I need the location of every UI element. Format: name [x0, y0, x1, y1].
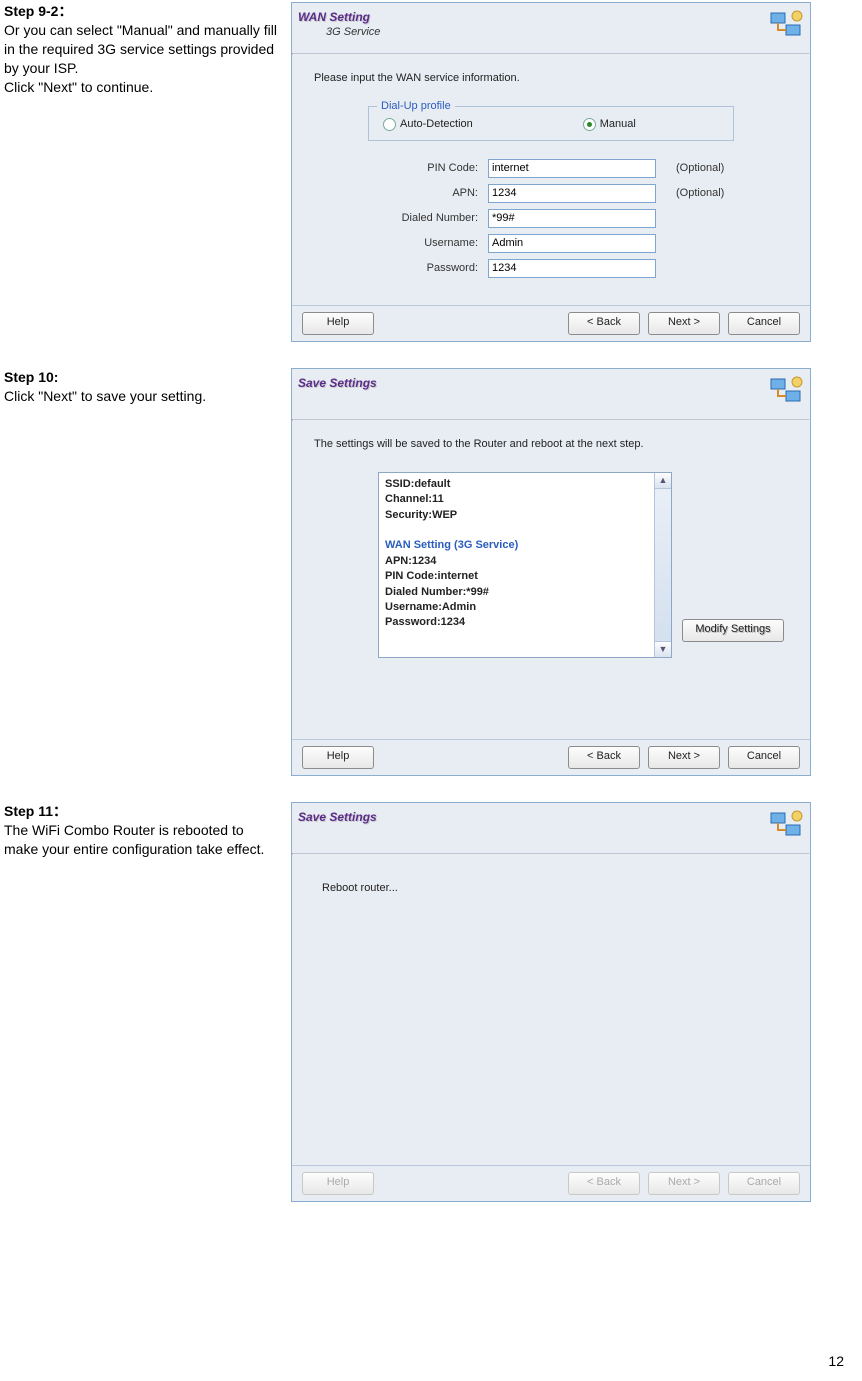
pin-optional: (Optional) — [676, 161, 724, 176]
step10-text: Step 10: Click "Next" to save your setti… — [4, 368, 279, 776]
dialog-title: Save Settings — [298, 809, 768, 825]
summary-pass: Password:1234 — [385, 616, 465, 628]
step10-title: Step 10: — [4, 369, 58, 385]
summary-textarea[interactable]: SSID:default Channel:11 Security:WEP WAN… — [378, 472, 672, 658]
cancel-button[interactable]: Cancel — [728, 746, 800, 769]
dialog-title: WAN Setting — [298, 9, 768, 25]
summary-ssid: SSID:default — [385, 478, 450, 490]
scroll-up-icon[interactable]: ▲ — [655, 473, 671, 489]
scrollbar[interactable]: ▲ ▼ — [654, 473, 671, 657]
step11-body: The WiFi Combo Router is rebooted to mak… — [4, 822, 264, 857]
next-button: Next > — [648, 1172, 720, 1195]
reboot-status-text: Reboot router... — [322, 881, 794, 896]
summary-pin: PIN Code:internet — [385, 570, 478, 582]
apn-input[interactable] — [488, 184, 656, 203]
network-icon — [768, 373, 804, 409]
help-button[interactable]: Help — [302, 312, 374, 335]
radio-icon — [383, 118, 396, 131]
cancel-button: Cancel — [728, 1172, 800, 1195]
dialed-label: Dialed Number: — [308, 211, 488, 226]
step10-body: Click "Next" to save your setting. — [4, 388, 206, 404]
dialup-profile-group: Dial-Up profile Auto-Detection Manual — [368, 106, 734, 141]
password-label: Password: — [308, 261, 488, 276]
radio-auto-label: Auto-Detection — [400, 117, 473, 132]
legend-label: Dial-Up profile — [377, 99, 455, 114]
next-button[interactable]: Next > — [648, 312, 720, 335]
reboot-dialog: Save Settings Reboot router... Help < Ba… — [291, 802, 811, 1202]
network-icon — [768, 7, 804, 43]
step9-body1: Or you can select "Manual" and manually … — [4, 22, 277, 76]
summary-apn: APN:1234 — [385, 555, 436, 567]
dialog-subtitle: 3G Service — [326, 25, 768, 40]
step9-body2: Click "Next" to continue. — [4, 79, 153, 95]
pin-label: PIN Code: — [308, 161, 488, 176]
network-icon — [768, 807, 804, 843]
help-button: Help — [302, 1172, 374, 1195]
summary-channel: Channel:11 — [385, 493, 444, 505]
dialog-title: Save Settings — [298, 375, 768, 391]
password-input[interactable] — [488, 259, 656, 278]
back-button[interactable]: < Back — [568, 312, 640, 335]
apn-optional: (Optional) — [676, 186, 724, 201]
radio-icon — [583, 118, 596, 131]
apn-label: APN: — [308, 186, 488, 201]
step9-title: Step 9-2： — [4, 3, 72, 19]
save-settings-dialog: Save Settings The settings will be saved… — [291, 368, 811, 776]
radio-manual-label: Manual — [600, 117, 636, 132]
username-label: Username: — [308, 236, 488, 251]
summary-dialed: Dialed Number:*99# — [385, 586, 489, 598]
modify-settings-button[interactable]: Modify Settings — [682, 619, 784, 642]
step11-title: Step 11： — [4, 803, 67, 819]
instruction-text: Please input the WAN service information… — [314, 71, 794, 86]
scroll-down-icon[interactable]: ▼ — [655, 641, 671, 657]
summary-security: Security:WEP — [385, 509, 457, 521]
radio-auto-detection[interactable]: Auto-Detection — [383, 117, 473, 132]
pin-input[interactable] — [488, 159, 656, 178]
summary-wan-heading: WAN Setting (3G Service) — [385, 539, 518, 551]
help-button[interactable]: Help — [302, 746, 374, 769]
next-button[interactable]: Next > — [648, 746, 720, 769]
instruction-text: The settings will be saved to the Router… — [314, 437, 794, 452]
back-button: < Back — [568, 1172, 640, 1195]
summary-user: Username:Admin — [385, 601, 476, 613]
back-button[interactable]: < Back — [568, 746, 640, 769]
radio-manual[interactable]: Manual — [583, 117, 636, 132]
step11-text: Step 11： The WiFi Combo Router is reboot… — [4, 802, 279, 1202]
step9-text: Step 9-2： Or you can select "Manual" and… — [4, 2, 279, 342]
page-number: 12 — [828, 1352, 844, 1371]
username-input[interactable] — [488, 234, 656, 253]
dialed-input[interactable] — [488, 209, 656, 228]
wan-setting-dialog: WAN Setting 3G Service Please input the … — [291, 2, 811, 342]
cancel-button[interactable]: Cancel — [728, 312, 800, 335]
